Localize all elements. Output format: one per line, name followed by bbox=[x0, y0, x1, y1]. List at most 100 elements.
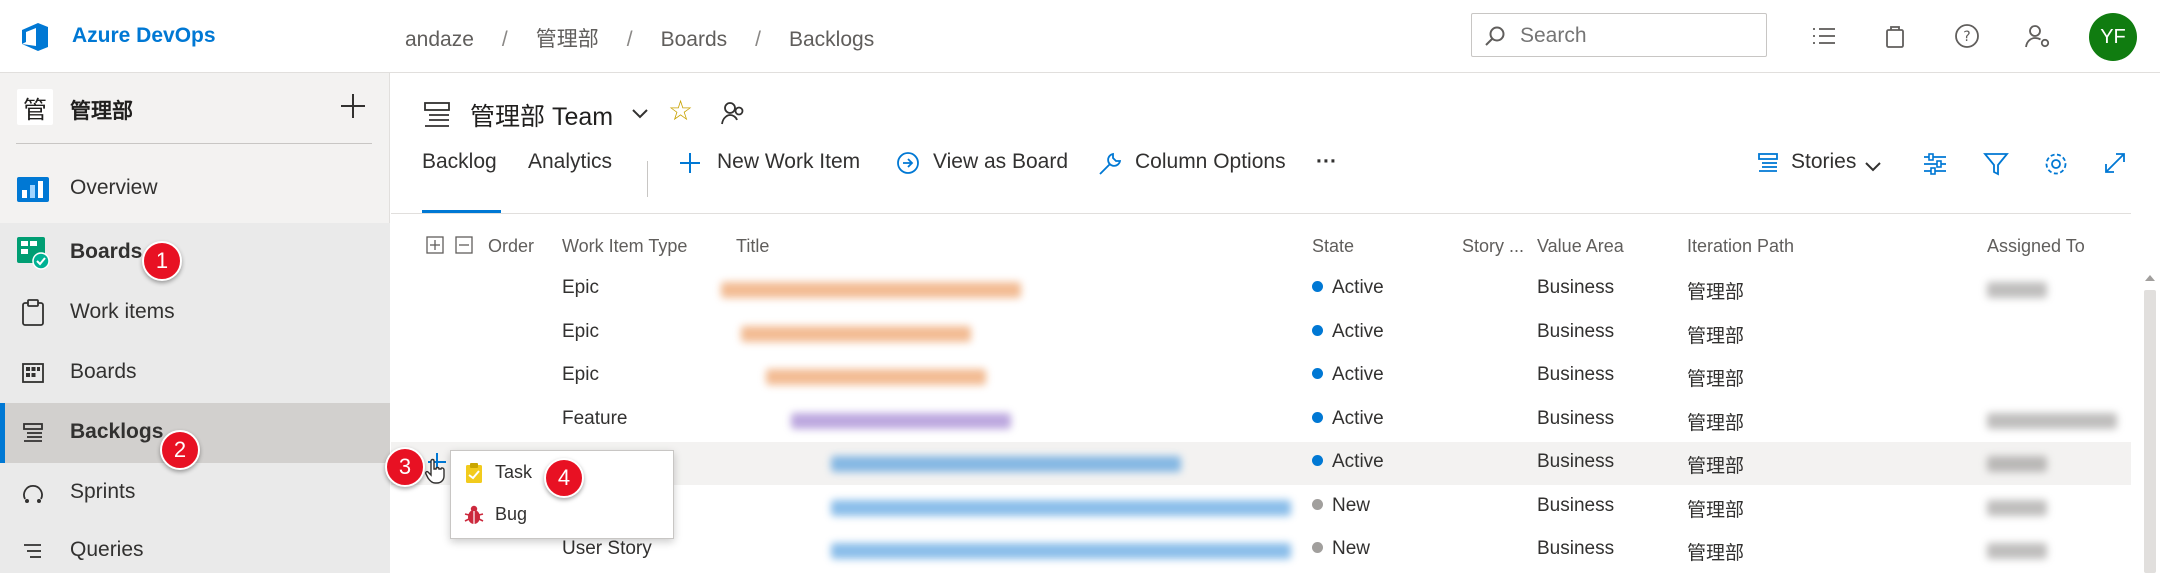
redacted-assignee bbox=[1987, 282, 2047, 298]
tab-analytics[interactable]: Analytics bbox=[528, 150, 612, 174]
tab-backlog[interactable]: Backlog bbox=[422, 150, 497, 174]
value-area: Business bbox=[1537, 451, 1615, 472]
breadcrumb-separator: / bbox=[755, 28, 761, 51]
work-item-type: User Story bbox=[562, 538, 652, 559]
chevron-down-icon[interactable] bbox=[1864, 161, 1882, 173]
scrollbar-thumb[interactable] bbox=[2144, 290, 2156, 573]
expand-icon[interactable] bbox=[2103, 151, 2127, 175]
breadcrumb-separator: / bbox=[501, 28, 508, 51]
backlog-icon bbox=[16, 418, 50, 448]
gear-icon[interactable] bbox=[2043, 151, 2069, 177]
state-label: New bbox=[1332, 538, 1371, 559]
state-dot bbox=[1312, 455, 1323, 466]
sidebar-item-work-items[interactable]: Work items bbox=[0, 283, 390, 341]
breadcrumb-boards[interactable]: Boards bbox=[661, 28, 728, 52]
project-name[interactable]: 管理部 bbox=[70, 95, 133, 125]
redacted-title[interactable] bbox=[766, 369, 986, 385]
boards-section: Boards Work items Boards Backlogs Sprint… bbox=[0, 223, 390, 573]
redacted-title[interactable] bbox=[831, 456, 1181, 472]
table-row[interactable]: Epic Active Business 管理部 bbox=[391, 268, 2131, 311]
state-dot bbox=[1312, 281, 1323, 292]
avatar[interactable]: YF bbox=[2089, 13, 2137, 61]
collapse-all-icon[interactable] bbox=[455, 236, 473, 254]
table-row[interactable]: Feature Active Business 管理部 bbox=[391, 399, 2131, 442]
sidebar-item-boards[interactable]: Boards bbox=[0, 343, 390, 401]
divider bbox=[647, 161, 648, 197]
task-list-icon[interactable] bbox=[1810, 22, 1838, 50]
work-items-icon bbox=[16, 298, 50, 328]
toolbar-divider bbox=[391, 213, 2131, 214]
column-options-button[interactable]: Column Options bbox=[1135, 150, 1286, 174]
redacted-title[interactable] bbox=[721, 282, 1021, 298]
column-header-work-item-type[interactable]: Work Item Type bbox=[562, 236, 687, 257]
sidebar: 管 管理部 Overview Boards Work items Boards bbox=[0, 73, 390, 573]
filter-icon[interactable] bbox=[1983, 151, 2009, 177]
breadcrumb-project[interactable]: 管理部 bbox=[536, 23, 599, 53]
scroll-up-arrow-icon[interactable] bbox=[2140, 268, 2160, 288]
redacted-title[interactable] bbox=[831, 543, 1291, 559]
iteration-path: 管理部 bbox=[1687, 500, 1745, 521]
state-label: Active bbox=[1332, 364, 1384, 385]
brand-name[interactable]: Azure DevOps bbox=[72, 24, 216, 48]
sidebar-item-queries[interactable]: Queries bbox=[0, 521, 390, 579]
plus-icon bbox=[680, 153, 700, 173]
column-header-state[interactable]: State bbox=[1312, 236, 1354, 257]
new-work-item-button[interactable]: New Work Item bbox=[717, 150, 860, 174]
sidebar-item-label: Work items bbox=[70, 300, 175, 323]
work-item-type: Epic bbox=[562, 364, 599, 385]
column-header-value-area[interactable]: Value Area bbox=[1537, 236, 1624, 257]
svg-text:?: ? bbox=[1963, 29, 1970, 45]
sidebar-item-overview[interactable]: Overview bbox=[0, 159, 390, 217]
help-icon[interactable]: ? bbox=[1953, 22, 1981, 50]
azure-devops-logo-icon[interactable] bbox=[18, 20, 52, 54]
state-dot bbox=[1312, 412, 1323, 423]
expand-all-icon[interactable] bbox=[426, 236, 444, 254]
marketplace-bag-icon[interactable] bbox=[1881, 22, 1909, 50]
view-as-board-button[interactable]: View as Board bbox=[933, 150, 1068, 174]
value-area: Business bbox=[1537, 408, 1615, 429]
add-icon[interactable] bbox=[337, 90, 369, 122]
hand-cursor-icon bbox=[425, 458, 445, 484]
redacted-assignee bbox=[1987, 500, 2047, 516]
user-settings-icon[interactable] bbox=[2024, 22, 2052, 50]
step-callout-2: 2 bbox=[160, 430, 200, 470]
iteration-path: 管理部 bbox=[1687, 326, 1745, 347]
redacted-assignee bbox=[1987, 456, 2047, 472]
state-dot bbox=[1312, 368, 1323, 379]
column-header-title[interactable]: Title bbox=[736, 236, 769, 257]
sidebar-item-sprints[interactable]: Sprints bbox=[0, 463, 390, 521]
more-actions-button[interactable]: ··· bbox=[1316, 150, 1337, 174]
view-options-icon[interactable] bbox=[1922, 151, 1948, 177]
table-row[interactable]: Epic Active Business 管理部 bbox=[391, 312, 2131, 355]
breadcrumb-organization[interactable]: andaze bbox=[405, 28, 474, 52]
backlog-level-selector[interactable]: Stories bbox=[1791, 150, 1856, 174]
chevron-down-icon[interactable] bbox=[631, 108, 649, 120]
view-as-board-icon bbox=[897, 152, 919, 174]
team-selector[interactable]: 管理部 Team bbox=[470, 97, 613, 133]
project-badge[interactable]: 管 bbox=[17, 89, 53, 125]
redacted-title[interactable] bbox=[791, 413, 1011, 429]
column-header-story-points[interactable]: Story ... bbox=[1462, 236, 1524, 257]
redacted-assignee bbox=[1987, 413, 2117, 429]
backlog-level-icon bbox=[1758, 153, 1778, 172]
column-header-order[interactable]: Order bbox=[488, 236, 534, 257]
redacted-title[interactable] bbox=[831, 500, 1291, 516]
vertical-scrollbar[interactable] bbox=[2140, 268, 2160, 573]
top-bar: Azure DevOps andaze / 管理部 / Boards / Backlogs … bbox=[0, 0, 2160, 73]
sidebar-item-boards-hub[interactable]: Boards bbox=[0, 223, 390, 281]
breadcrumb-backlogs[interactable]: Backlogs bbox=[789, 28, 874, 52]
iteration-path: 管理部 bbox=[1687, 543, 1745, 564]
task-icon bbox=[466, 463, 482, 483]
menu-item-task[interactable]: Task bbox=[495, 462, 532, 483]
team-members-icon[interactable] bbox=[720, 100, 746, 126]
state-dot bbox=[1312, 325, 1323, 336]
menu-item-bug[interactable]: Bug bbox=[495, 504, 527, 525]
search-box[interactable] bbox=[1471, 13, 1767, 57]
favorite-star-icon[interactable]: ☆ bbox=[668, 97, 693, 125]
search-input[interactable] bbox=[1518, 22, 1752, 50]
column-header-iteration-path[interactable]: Iteration Path bbox=[1687, 236, 1794, 257]
column-header-assigned-to[interactable]: Assigned To bbox=[1987, 236, 2085, 257]
table-row[interactable]: Epic Active Business 管理部 bbox=[391, 355, 2131, 398]
redacted-assignee bbox=[1987, 543, 2047, 559]
redacted-title[interactable] bbox=[741, 326, 971, 342]
